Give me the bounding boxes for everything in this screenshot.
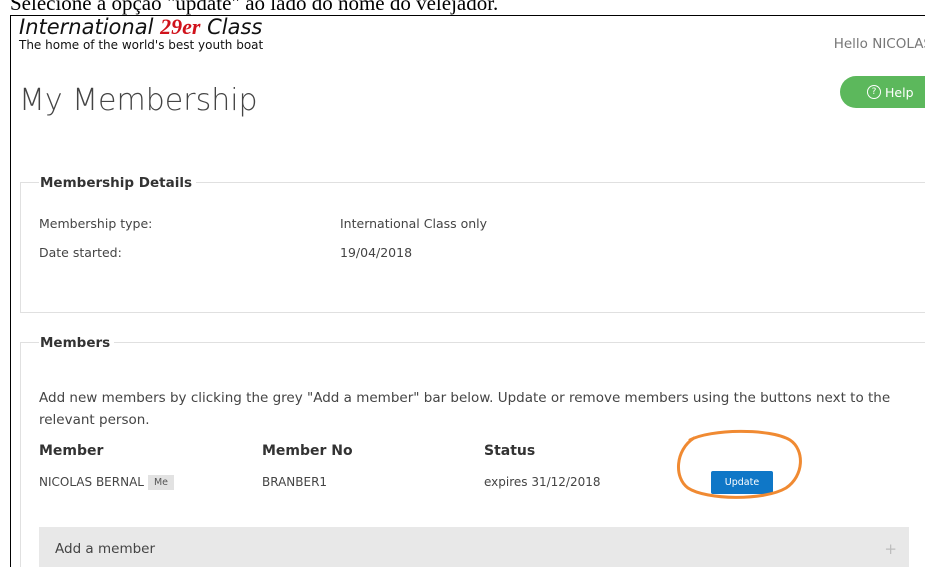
plus-icon: + <box>884 540 897 558</box>
membership-details-panel: Membership Details Membership type: Inte… <box>20 174 925 313</box>
date-started-label: Date started: <box>39 245 122 260</box>
screenshot-frame: International 29er Class The home of the… <box>10 15 925 567</box>
me-badge: Me <box>147 475 175 490</box>
member-name: NICOLAS BERNAL Me <box>39 475 175 490</box>
membership-type-label: Membership type: <box>39 216 153 231</box>
members-instructions: Add new members by clicking the grey "Ad… <box>39 390 891 428</box>
column-header-status: Status <box>484 443 536 459</box>
member-name-text: NICOLAS BERNAL <box>39 475 144 489</box>
member-number: BRANBER1 <box>262 475 328 489</box>
column-header-member-no: Member No <box>262 443 353 459</box>
add-member-bar[interactable]: Add a member + <box>39 527 909 567</box>
help-label: Help <box>885 84 914 100</box>
logo-number: 29er <box>160 15 201 39</box>
membership-details-legend: Membership Details <box>39 174 196 192</box>
page-title: My Membership <box>19 83 258 118</box>
logo-suffix: Class <box>200 15 263 39</box>
membership-type-value: International Class only <box>340 216 488 231</box>
date-started-value: 19/04/2018 <box>340 245 413 260</box>
member-status: expires 31/12/2018 <box>484 475 601 489</box>
logo-prefix: International <box>19 15 161 39</box>
column-header-member: Member <box>39 443 104 459</box>
instruction-caption: Selecione a opção "update" ao lado do no… <box>10 0 499 15</box>
update-member-button[interactable]: Update <box>711 471 773 494</box>
question-circle-icon: ? <box>867 85 881 99</box>
members-legend: Members <box>39 334 115 352</box>
site-tagline: The home of the world's best youth boat <box>19 38 264 52</box>
user-greeting[interactable]: Hello NICOLAS <box>834 36 925 52</box>
add-member-label: Add a member <box>55 541 156 557</box>
help-button[interactable]: ? Help <box>840 76 925 108</box>
members-panel: Members Add new members by clicking the … <box>20 334 925 567</box>
site-logo[interactable]: International 29er Class <box>19 15 263 40</box>
